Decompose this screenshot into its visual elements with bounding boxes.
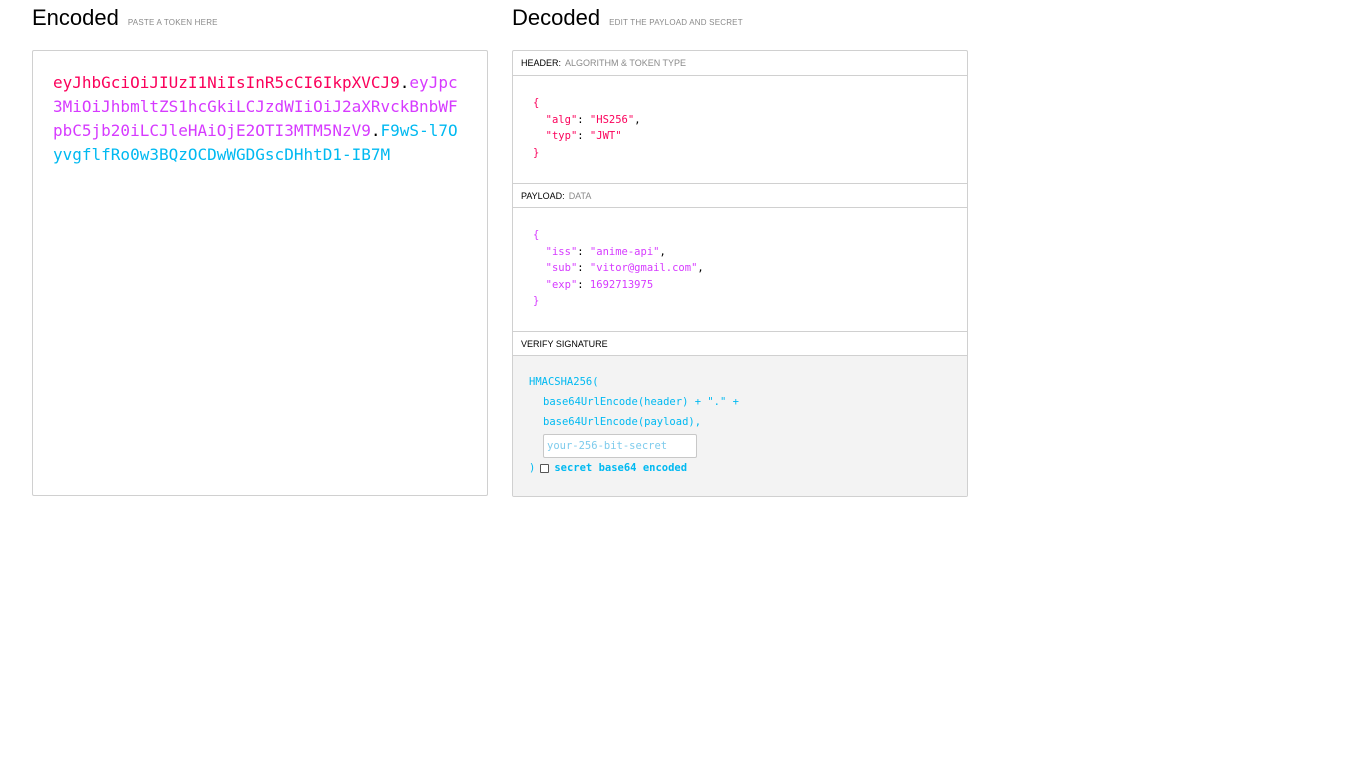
json-field-alg: "alg": "HS256", — [545, 113, 641, 126]
decoded-heading: Decoded EDIT THE PAYLOAD AND SECRET — [512, 0, 968, 50]
encoded-title: Encoded — [32, 5, 119, 30]
json-value: 1692713975 — [589, 278, 654, 291]
decoded-panel: HEADER: ALGORITHM & TOKEN TYPE { "alg": … — [512, 50, 968, 497]
hmac-close-paren: ) — [529, 462, 536, 474]
json-field-exp: "exp": 1692713975 — [545, 278, 654, 291]
json-close-brace: } — [533, 295, 540, 308]
decoded-subtitle: EDIT THE PAYLOAD AND SECRET — [609, 18, 743, 27]
json-value: "vitor@gmail.com" — [589, 262, 698, 275]
decoded-title: Decoded — [512, 5, 601, 30]
encoded-subtitle: PASTE A TOKEN HERE — [127, 18, 218, 27]
json-field-sub: "sub": "vitor@gmail.com", — [545, 262, 704, 275]
verify-signature-body: HMACSHA256( base64UrlEncode(header) + ".… — [513, 356, 967, 496]
json-key: "iss" — [545, 245, 578, 258]
json-key: "sub" — [545, 262, 578, 275]
json-key: "alg" — [545, 113, 578, 126]
secret-input[interactable] — [543, 434, 697, 458]
secret-base64-row: ) secret base64 encoded — [529, 458, 951, 478]
encoded-column: Encoded PASTE A TOKEN HERE eyJhbGciOiJIU… — [32, 0, 488, 496]
header-json-editor[interactable]: { "alg": "HS256", "typ": "JWT" } — [513, 76, 967, 183]
json-key: "typ" — [545, 130, 578, 143]
payload-section-title: PAYLOAD: DATA — [513, 183, 967, 208]
hmac-line-header: base64UrlEncode(header) + "." + — [543, 396, 739, 408]
json-key: "exp" — [545, 278, 578, 291]
verify-section-title: VERIFY SIGNATURE — [513, 331, 967, 356]
json-close-brace: } — [533, 146, 540, 159]
json-field-iss: "iss": "anime-api", — [545, 245, 666, 258]
payload-json-editor[interactable]: { "iss": "anime-api", "sub": "vitor@gmai… — [513, 208, 967, 331]
jwt-debugger: Encoded PASTE A TOKEN HERE eyJhbGciOiJIU… — [0, 0, 1366, 768]
verify-section-label: VERIFY SIGNATURE — [521, 338, 608, 349]
json-field-typ: "typ": "JWT" — [545, 130, 622, 143]
json-open-brace: { — [533, 97, 540, 109]
json-value: "JWT" — [589, 130, 622, 143]
json-open-brace: { — [533, 229, 540, 241]
hmac-line-payload: base64UrlEncode(payload), — [543, 416, 702, 428]
payload-section-label: PAYLOAD: — [521, 190, 565, 201]
header-section-label: HEADER: — [521, 58, 562, 68]
secret-base64-checkbox[interactable] — [540, 463, 550, 473]
encoded-heading: Encoded PASTE A TOKEN HERE — [32, 0, 488, 50]
encoded-token-editor[interactable]: eyJhbGciOiJIUzI1NiIsInR5cCI6IkpXVCJ9.eyJ… — [32, 50, 488, 496]
decoded-column: Decoded EDIT THE PAYLOAD AND SECRET HEAD… — [512, 0, 968, 497]
payload-section-sub: DATA — [568, 190, 592, 201]
json-value: "anime-api" — [589, 245, 660, 258]
header-section-sub: ALGORITHM & TOKEN TYPE — [565, 58, 687, 68]
token-dot: . — [399, 73, 410, 92]
hmac-fn-open: HMACSHA256( — [529, 376, 599, 388]
token-dot: . — [370, 121, 381, 140]
header-section-title: HEADER: ALGORITHM & TOKEN TYPE — [513, 51, 967, 76]
token-header-part: eyJhbGciOiJIUzI1NiIsInR5cCI6IkpXVCJ9 — [53, 73, 400, 92]
json-value: "HS256" — [589, 113, 635, 126]
secret-base64-label[interactable]: secret base64 encoded — [554, 458, 687, 478]
